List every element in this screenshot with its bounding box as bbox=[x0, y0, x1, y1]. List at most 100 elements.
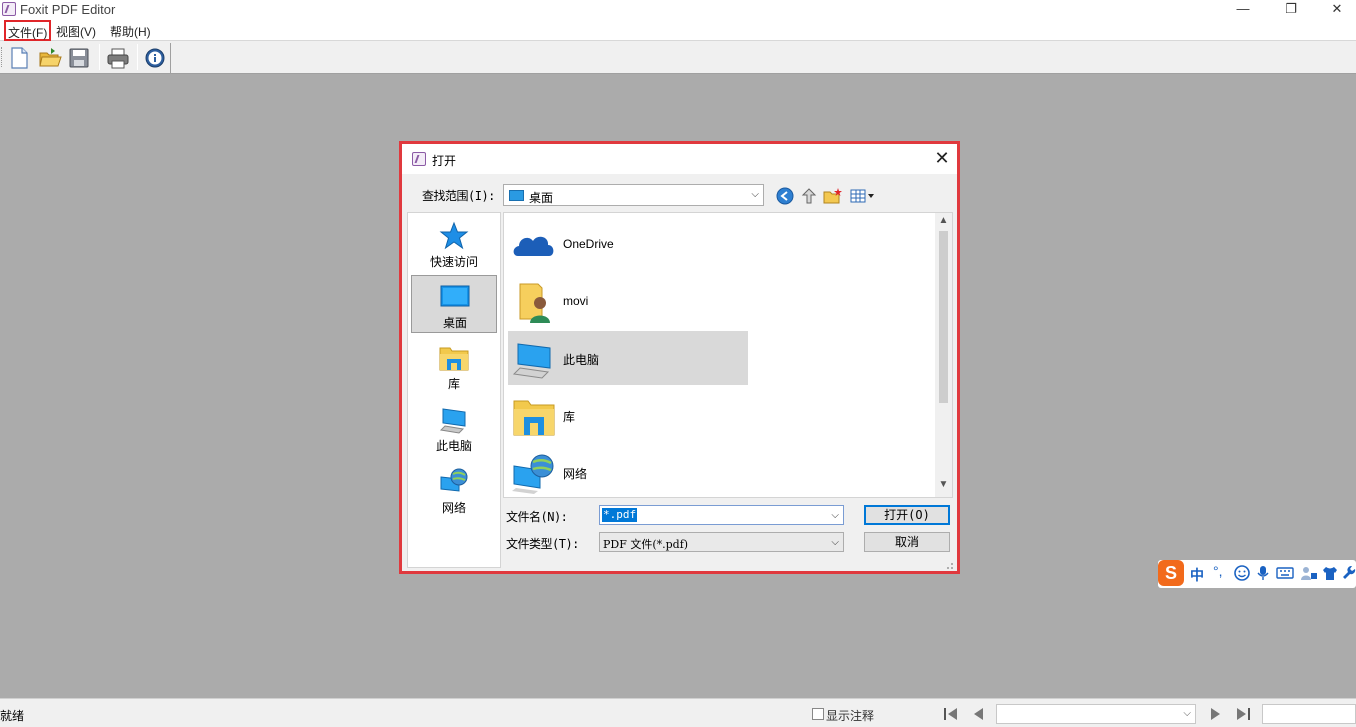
save-icon[interactable] bbox=[68, 46, 92, 70]
zoom-dropdown[interactable] bbox=[1262, 704, 1356, 724]
look-in-label: 查找范围(I): bbox=[422, 189, 495, 203]
app-title: Foxit PDF Editor bbox=[20, 2, 116, 17]
chevron-down-icon: ⌵ bbox=[831, 537, 839, 548]
file-name: 此电脑 bbox=[563, 353, 600, 367]
menu-file[interactable]: 文件(F) bbox=[4, 20, 52, 41]
file-item-library[interactable]: 库 bbox=[508, 388, 748, 442]
chevron-down-icon: ⌵ bbox=[1183, 708, 1191, 719]
close-window-button[interactable]: ✕ bbox=[1314, 0, 1356, 20]
open-button[interactable]: 打开(O) bbox=[864, 505, 950, 525]
dialog-title: 打开 bbox=[432, 154, 457, 168]
toolbar-grip[interactable] bbox=[1, 47, 3, 67]
view-menu-icon[interactable] bbox=[849, 187, 877, 205]
desktop-icon bbox=[440, 285, 470, 307]
ime-mode[interactable]: 中 bbox=[1190, 565, 1204, 585]
filename-input[interactable]: *.pdf ⌵ bbox=[599, 505, 844, 525]
last-page-icon[interactable] bbox=[1232, 705, 1254, 723]
back-icon[interactable] bbox=[776, 187, 796, 205]
menu-view[interactable]: 视图(V) bbox=[56, 23, 96, 40]
wrench-icon[interactable] bbox=[1342, 565, 1356, 581]
scroll-up-icon[interactable]: ▲ bbox=[935, 215, 952, 229]
foxit-app-icon bbox=[412, 152, 426, 166]
open-folder-icon[interactable] bbox=[38, 46, 62, 70]
title-bar: Foxit PDF Editor — ❐ ✕ bbox=[0, 0, 1356, 20]
file-name: 网络 bbox=[563, 467, 588, 481]
onedrive-cloud-icon bbox=[513, 236, 554, 256]
page-number-dropdown[interactable]: ⌵ bbox=[996, 704, 1196, 724]
file-name: movi bbox=[563, 294, 589, 308]
ime-punctuation[interactable]: °, bbox=[1213, 563, 1223, 579]
previous-page-icon[interactable] bbox=[968, 705, 990, 723]
places-bar: 快速访问 桌面 库 此电脑 网络 bbox=[407, 212, 501, 568]
emoji-icon[interactable] bbox=[1234, 565, 1250, 581]
look-in-dropdown[interactable]: 桌面 ⌵ bbox=[503, 184, 764, 206]
up-folder-icon[interactable] bbox=[800, 187, 820, 205]
menu-bar: 文件(F) 视图(V) 帮助(H) bbox=[0, 20, 1356, 41]
place-label: 网络 bbox=[441, 501, 466, 515]
status-text: 就绪 bbox=[0, 709, 25, 723]
file-item-movi[interactable]: movi bbox=[508, 274, 748, 328]
place-quick-access[interactable]: 快速访问 bbox=[411, 215, 497, 273]
sogou-logo-icon[interactable]: S bbox=[1158, 560, 1184, 586]
filetype-label: 文件类型(T): bbox=[506, 537, 579, 551]
network-icon bbox=[440, 468, 468, 492]
filetype-value: PDF 文件(*.pdf) bbox=[603, 538, 689, 551]
filename-label: 文件名(N): bbox=[506, 510, 568, 524]
restore-button[interactable]: ❐ bbox=[1268, 0, 1314, 20]
toolbar-separator bbox=[137, 44, 138, 70]
file-name: OneDrive bbox=[563, 237, 614, 251]
new-document-icon[interactable] bbox=[8, 46, 32, 70]
toolbar bbox=[0, 41, 1356, 74]
info-icon[interactable] bbox=[144, 46, 168, 70]
print-icon[interactable] bbox=[106, 46, 130, 70]
user-tools-icon[interactable] bbox=[1300, 565, 1318, 581]
place-this-pc[interactable]: 此电脑 bbox=[411, 399, 497, 457]
file-item-network[interactable]: 网络 bbox=[508, 445, 748, 499]
place-label: 快速访问 bbox=[429, 255, 478, 269]
this-pc-icon bbox=[512, 343, 551, 379]
filetype-dropdown[interactable]: PDF 文件(*.pdf) ⌵ bbox=[599, 532, 844, 552]
next-page-icon[interactable] bbox=[1204, 705, 1226, 723]
file-list: OneDrive movi 此电脑 库 网络 ▲ ▼ bbox=[503, 212, 953, 498]
menu-help[interactable]: 帮助(H) bbox=[110, 23, 151, 40]
show-annotations-label: 显示注释 bbox=[826, 709, 875, 723]
toolbar-end-separator bbox=[170, 43, 171, 73]
dialog-title-bar: 打开 ✕ bbox=[402, 144, 957, 174]
place-desktop[interactable]: 桌面 bbox=[411, 275, 497, 333]
ime-toolbar: S 中 °, bbox=[1158, 560, 1356, 588]
open-file-dialog: 打开 ✕ 查找范围(I): 桌面 ⌵ 快速访问 桌面 库 此电脑 网络 OneD… bbox=[399, 141, 960, 574]
quick-access-star-icon bbox=[439, 221, 469, 250]
desktop-icon bbox=[509, 190, 524, 201]
dialog-close-button[interactable]: ✕ bbox=[932, 148, 952, 168]
show-annotations-checkbox[interactable] bbox=[812, 708, 824, 720]
minimize-button[interactable]: — bbox=[1220, 0, 1266, 20]
network-icon bbox=[512, 454, 554, 494]
chevron-down-icon[interactable]: ⌵ bbox=[831, 510, 839, 521]
library-icon bbox=[513, 400, 555, 436]
cancel-button[interactable]: 取消 bbox=[864, 532, 950, 552]
file-item-this-pc[interactable]: 此电脑 bbox=[508, 331, 748, 385]
new-folder-icon[interactable] bbox=[823, 187, 843, 205]
resize-grip-icon[interactable] bbox=[942, 558, 954, 570]
keyboard-icon[interactable] bbox=[1276, 565, 1294, 581]
place-label: 桌面 bbox=[442, 316, 467, 330]
place-label: 此电脑 bbox=[435, 439, 472, 453]
look-in-value: 桌面 bbox=[529, 191, 554, 205]
vertical-scrollbar[interactable]: ▲ ▼ bbox=[935, 213, 952, 497]
status-bar: 就绪 显示注释 ⌵ bbox=[0, 698, 1356, 727]
user-folder-icon bbox=[519, 283, 550, 323]
file-name: 库 bbox=[563, 410, 576, 424]
chevron-down-icon: ⌵ bbox=[751, 189, 759, 200]
skin-shirt-icon[interactable] bbox=[1322, 565, 1338, 581]
place-library[interactable]: 库 bbox=[411, 337, 497, 395]
toolbar-separator bbox=[99, 44, 100, 70]
microphone-icon[interactable] bbox=[1256, 565, 1270, 581]
first-page-icon[interactable] bbox=[940, 705, 962, 723]
file-item-onedrive[interactable]: OneDrive bbox=[508, 217, 748, 271]
foxit-app-icon bbox=[2, 2, 16, 16]
library-icon bbox=[439, 347, 469, 371]
place-network[interactable]: 网络 bbox=[411, 461, 497, 519]
scrollbar-thumb[interactable] bbox=[939, 231, 948, 403]
filename-value: *.pdf bbox=[602, 508, 638, 522]
scroll-down-icon[interactable]: ▼ bbox=[935, 479, 952, 493]
